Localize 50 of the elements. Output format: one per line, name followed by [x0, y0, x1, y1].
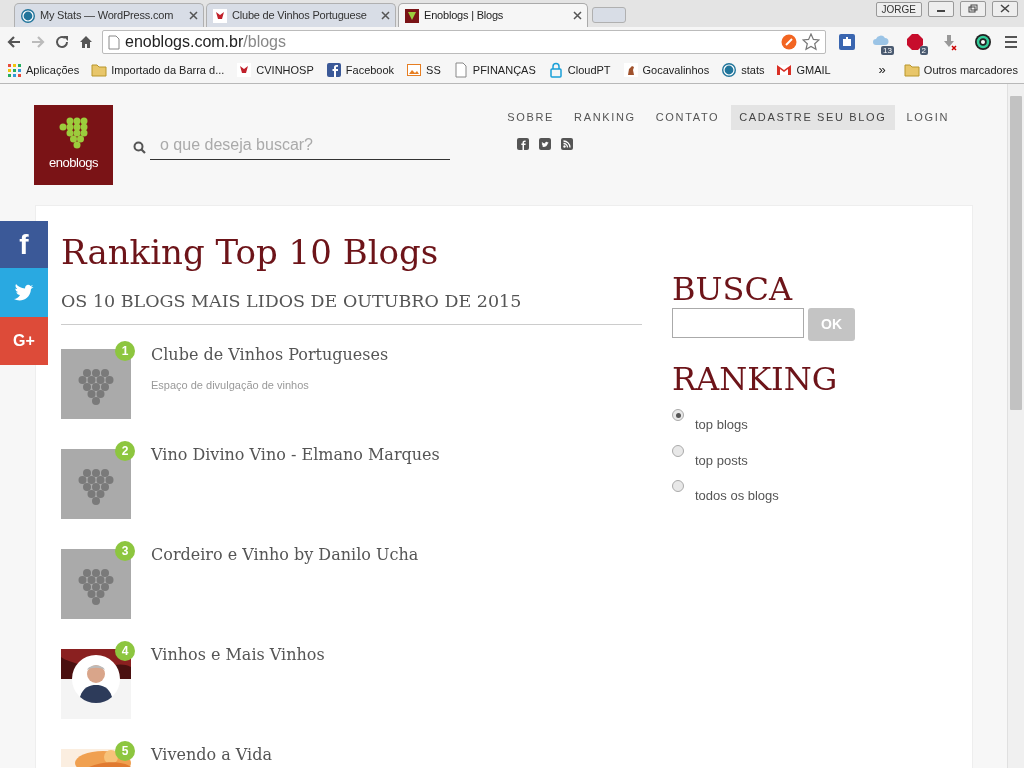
bookmark-link[interactable]: stats	[741, 61, 765, 79]
blog-title-link[interactable]: Clube de Vinhos Portugueses	[151, 345, 389, 366]
blog-title-link[interactable]: Cordeiro e Vinho by Danilo Ucha	[151, 545, 419, 566]
bookmark-link[interactable]: Importado da Barra d...	[111, 61, 225, 79]
bookmark-link[interactable]: Facebook	[345, 61, 395, 79]
blog-description: Espaço de divulgação de vinhos	[151, 378, 310, 394]
radio-label: todos os blogs	[695, 487, 779, 505]
tab-title: My Stats — WordPress.com	[40, 8, 174, 24]
radio-label: top blogs	[695, 416, 748, 434]
more-bookmarks-button[interactable]: »	[878, 60, 886, 80]
sidebar-heading: BUSCA	[672, 271, 794, 307]
bookmark-folder[interactable]: Outros marcadores	[923, 61, 1018, 79]
address-bar[interactable]: enoblogs.com.br/blogs	[102, 30, 826, 54]
rank-badge: 2	[115, 441, 135, 462]
bookmark-link[interactable]: Aplicações	[26, 61, 80, 79]
enoblogs-logo[interactable]: enoblogs	[34, 105, 113, 185]
google-plus-share-button[interactable]: G+	[0, 317, 48, 365]
search-field[interactable]: o que deseja buscar?	[150, 131, 450, 160]
blog-title-link[interactable]: Vivendo a Vida	[151, 745, 272, 766]
sidebar-heading: RANKING	[672, 361, 839, 397]
nav-link[interactable]: RANKING	[566, 105, 644, 130]
radio-label: top posts	[695, 451, 748, 470]
bookmark-link[interactable]: SS	[426, 61, 441, 79]
tab-title: Enoblogs | Blogs	[424, 8, 504, 24]
blog-title-link[interactable]: Vino Divino Vino - Elmano Marques	[151, 445, 440, 466]
badge: 13	[881, 46, 894, 55]
browser-tab[interactable]: Clube de Vinhos Portuguese	[206, 3, 396, 27]
facebook-share-button[interactable]: f	[0, 221, 48, 268]
profile-button[interactable]: JORGE	[875, 2, 922, 17]
tab-title: Clube de Vinhos Portuguese	[232, 8, 367, 24]
badge: 2	[919, 46, 928, 55]
nav-link[interactable]: CONTATO	[647, 105, 728, 130]
page-title: Ranking Top 10 Blogs	[61, 231, 440, 274]
bookmark-link[interactable]: CloudPT	[567, 61, 611, 79]
bookmark-link[interactable]: CVINHOSP	[256, 61, 314, 79]
browser-tab[interactable]: My Stats — WordPress.com	[14, 3, 204, 27]
bookmark-link[interactable]: PFINANÇAS	[472, 61, 536, 79]
rank-badge: 3	[115, 541, 135, 562]
page-subtitle: OS 10 BLOGS MAIS LIDOS DE OUTUBRO DE 2015	[61, 288, 642, 326]
nav-link[interactable]: SOBRE	[499, 105, 563, 130]
browser-tab[interactable]: Enoblogs | Blogs	[398, 3, 588, 27]
rank-badge: 5	[115, 741, 135, 762]
nav-link[interactable]: LOGIN	[898, 105, 957, 130]
bookmark-link[interactable]: Gocavalinhos	[642, 61, 710, 79]
rank-badge: 1	[115, 341, 135, 362]
rank-badge: 4	[115, 641, 135, 662]
nav-link[interactable]: CADASTRE SEU BLOG	[731, 105, 895, 130]
url-text: enoblogs.com.br/blogs	[125, 32, 287, 52]
bookmark-link[interactable]: GMAIL	[796, 61, 831, 79]
blog-title-link[interactable]: Vinhos e Mais Vinhos	[151, 645, 325, 666]
